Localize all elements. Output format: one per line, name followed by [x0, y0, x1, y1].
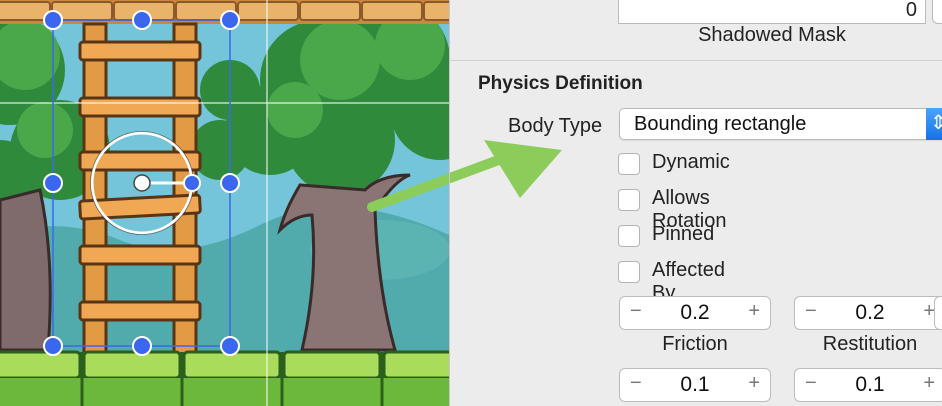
- adjacent-field-edge[interactable]: [932, 0, 942, 24]
- affected-by-gravity-checkbox[interactable]: [618, 261, 640, 283]
- shadowed-mask-field[interactable]: 0: [618, 0, 926, 24]
- dynamic-label: Dynamic: [652, 151, 730, 173]
- annotation-arrow: [367, 173, 449, 212]
- friction-stepper[interactable]: − 0.2 +: [619, 296, 771, 330]
- popup-arrows-icon[interactable]: ⇕: [926, 108, 942, 140]
- body-type-label: Body Type: [508, 115, 603, 137]
- friction-increment-button[interactable]: +: [748, 300, 760, 323]
- shadowed-mask-label: Shadowed Mask: [698, 24, 846, 46]
- restitution-stepper[interactable]: − 0.2 +: [794, 296, 942, 330]
- restitution-value: 0.2: [855, 301, 885, 324]
- clipped-stepper-edge: [934, 296, 942, 330]
- row3-right-value: 0.1: [855, 373, 885, 396]
- shadowed-mask-value: 0: [905, 0, 917, 21]
- allows-rotation-checkbox[interactable]: [618, 189, 640, 211]
- row3-left-increment-button[interactable]: +: [748, 372, 760, 395]
- row3-right-increment-button[interactable]: +: [923, 372, 935, 395]
- body-type-popup[interactable]: Bounding rectangle ⇕: [619, 108, 942, 140]
- row3-left-stepper[interactable]: − 0.1 +: [619, 368, 771, 402]
- scene-editor-canvas[interactable]: [0, 0, 449, 406]
- dynamic-checkbox[interactable]: [618, 153, 640, 175]
- body-type-value: Bounding rectangle: [634, 113, 807, 135]
- friction-label: Friction: [662, 333, 728, 355]
- pinned-label: Pinned: [652, 223, 715, 245]
- physics-definition-heading: Physics Definition: [478, 73, 643, 94]
- pinned-checkbox[interactable]: [618, 225, 640, 247]
- restitution-label: Restitution: [822, 333, 918, 355]
- section-separator: [450, 60, 942, 61]
- attributes-inspector: 0 Shadowed Mask Physics Definition Body …: [450, 0, 942, 406]
- row3-right-stepper[interactable]: − 0.1 +: [794, 368, 942, 402]
